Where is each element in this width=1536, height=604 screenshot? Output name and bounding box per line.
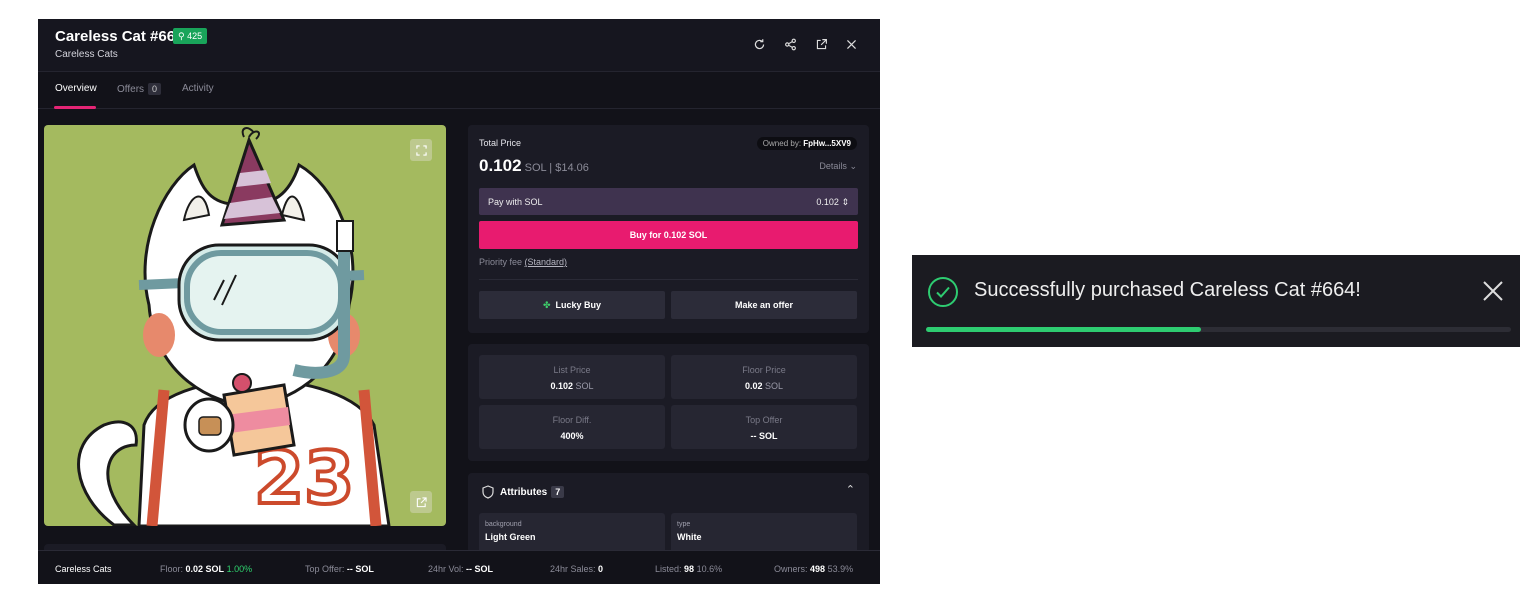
stat-floor-price: Floor Price 0.02 SOL [671, 355, 857, 399]
details-label: Details [819, 161, 847, 171]
stat-value: 400% [560, 431, 584, 441]
close-icon[interactable] [840, 33, 862, 55]
active-tab-indicator [54, 106, 96, 109]
buy-button[interactable]: Buy for 0.102 SOL [479, 221, 858, 249]
nft-title: Careless Cat #664 [55, 28, 184, 45]
pay-with-select[interactable]: Pay with SOL 0.102 ⇕ [479, 188, 858, 215]
stats-panel: List Price 0.102 SOL Floor Price 0.02 SO… [468, 344, 869, 461]
usd-price: $14.06 [555, 162, 589, 174]
toast-close-icon[interactable] [1481, 279, 1505, 303]
footer-owners: Owners: 498 53.9% [774, 564, 854, 574]
price-display: 0.102 SOL | $14.06 [479, 156, 589, 175]
buy-panel: Total Price Owned by: FpHw...5XV9 0.102 … [468, 125, 869, 333]
tab-bar: Overview Offers 0 Activity [38, 73, 880, 109]
share-icon[interactable] [779, 33, 801, 55]
footer-volume: 24hr Vol: -- SOL [428, 564, 494, 574]
stat-label: Floor Diff. [552, 415, 592, 425]
chevron-down-icon: ⌄ [849, 161, 857, 171]
attribute-key: background [485, 521, 522, 528]
toast-progress-track [926, 327, 1511, 332]
item-modal: Careless Cat #664 ⚲ 425 Careless Cats Ov… [38, 19, 880, 584]
stat-list-price: List Price 0.102 SOL [479, 355, 665, 399]
image-external-link-icon[interactable] [410, 491, 432, 513]
lucky-buy-button[interactable]: ✤ Lucky Buy [479, 291, 665, 319]
external-link-icon[interactable] [810, 33, 832, 55]
price-currency: SOL [524, 162, 547, 174]
stat-value: 0.02 SOL [744, 381, 784, 391]
price-value: 0.102 [479, 156, 522, 175]
chevron-up-icon[interactable]: ⌃ [846, 483, 855, 496]
footer-listed: Listed: 98 10.6% [655, 564, 723, 574]
footer-sales: 24hr Sales: 0 [550, 564, 604, 574]
tab-offers-label: Offers [117, 84, 145, 95]
pay-amount-value: 0.102 [816, 197, 839, 207]
owner-badge[interactable]: Owned by: FpHw...5XV9 [756, 137, 857, 150]
modal-header: Careless Cat #664 ⚲ 425 Careless Cats [38, 19, 880, 72]
shield-icon [482, 485, 494, 499]
owned-by-label: Owned by: [762, 139, 802, 148]
priority-fee-label: Priority fee [479, 257, 523, 267]
pay-with-label: Pay with SOL [488, 197, 543, 207]
tab-overview[interactable]: Overview [55, 83, 97, 94]
success-toast: Successfully purchased Careless Cat #664… [912, 255, 1520, 347]
attribute-key: type [677, 521, 691, 528]
stat-value: -- SOL [750, 431, 778, 441]
attribute-item[interactable]: type White [671, 513, 857, 553]
tab-activity[interactable]: Activity [182, 83, 214, 94]
footer-top-offer: Top Offer: -- SOL [305, 564, 374, 574]
collection-stats-footer: Careless Cats Floor: 0.02 SOL 1.00% Top … [38, 550, 880, 584]
rank-badge: ⚲ 425 [173, 28, 208, 44]
footer-collection[interactable]: Careless Cats [55, 564, 112, 574]
divider [479, 279, 858, 280]
collection-name[interactable]: Careless Cats [55, 49, 118, 60]
total-price-label: Total Price [479, 138, 522, 148]
clover-icon: ✤ [542, 300, 551, 310]
stat-top-offer: Top Offer -- SOL [671, 405, 857, 449]
check-circle-icon [928, 277, 958, 307]
footer-floor: Floor: 0.02 SOL 1.00% [160, 564, 253, 574]
offers-count: 0 [148, 83, 162, 95]
make-offer-button[interactable]: Make an offer [671, 291, 857, 319]
attributes-header[interactable]: Attributes 7 [500, 486, 565, 498]
attributes-count: 7 [551, 486, 565, 498]
lucky-buy-label: Lucky Buy [555, 300, 602, 310]
nft-image: 23 [44, 125, 446, 526]
pay-amount: 0.102 ⇕ [816, 197, 849, 208]
stat-label: List Price [553, 365, 591, 375]
attribute-item[interactable]: background Light Green [479, 513, 665, 553]
careless-cat-illustration: 23 [77, 127, 391, 526]
stat-label: Top Offer [745, 415, 783, 425]
attribute-value: White [677, 532, 702, 542]
attributes-panel: Attributes 7 ⌃ background Light Green typ… [468, 473, 869, 553]
tab-offers[interactable]: Offers 0 [117, 83, 162, 95]
details-toggle[interactable]: Details ⌄ [819, 161, 857, 172]
stat-label: Floor Price [742, 365, 786, 375]
stat-value: 0.102 SOL [550, 381, 594, 391]
priority-fee-link[interactable]: (Standard) [525, 257, 568, 267]
attribute-value: Light Green [485, 532, 536, 542]
attributes-title: Attributes [500, 487, 548, 498]
toast-progress-bar [926, 327, 1201, 332]
toast-message: Successfully purchased Careless Cat #664… [974, 279, 1361, 301]
stepper-icon: ⇕ [841, 197, 849, 207]
rank-value: 425 [187, 31, 203, 41]
owner-address: FpHw...5XV9 [803, 139, 851, 148]
refresh-icon[interactable] [748, 33, 770, 55]
priority-fee: Priority fee (Standard) [479, 257, 567, 267]
stat-floor-diff: Floor Diff. 400% [479, 405, 665, 449]
expand-icon[interactable] [410, 139, 432, 161]
